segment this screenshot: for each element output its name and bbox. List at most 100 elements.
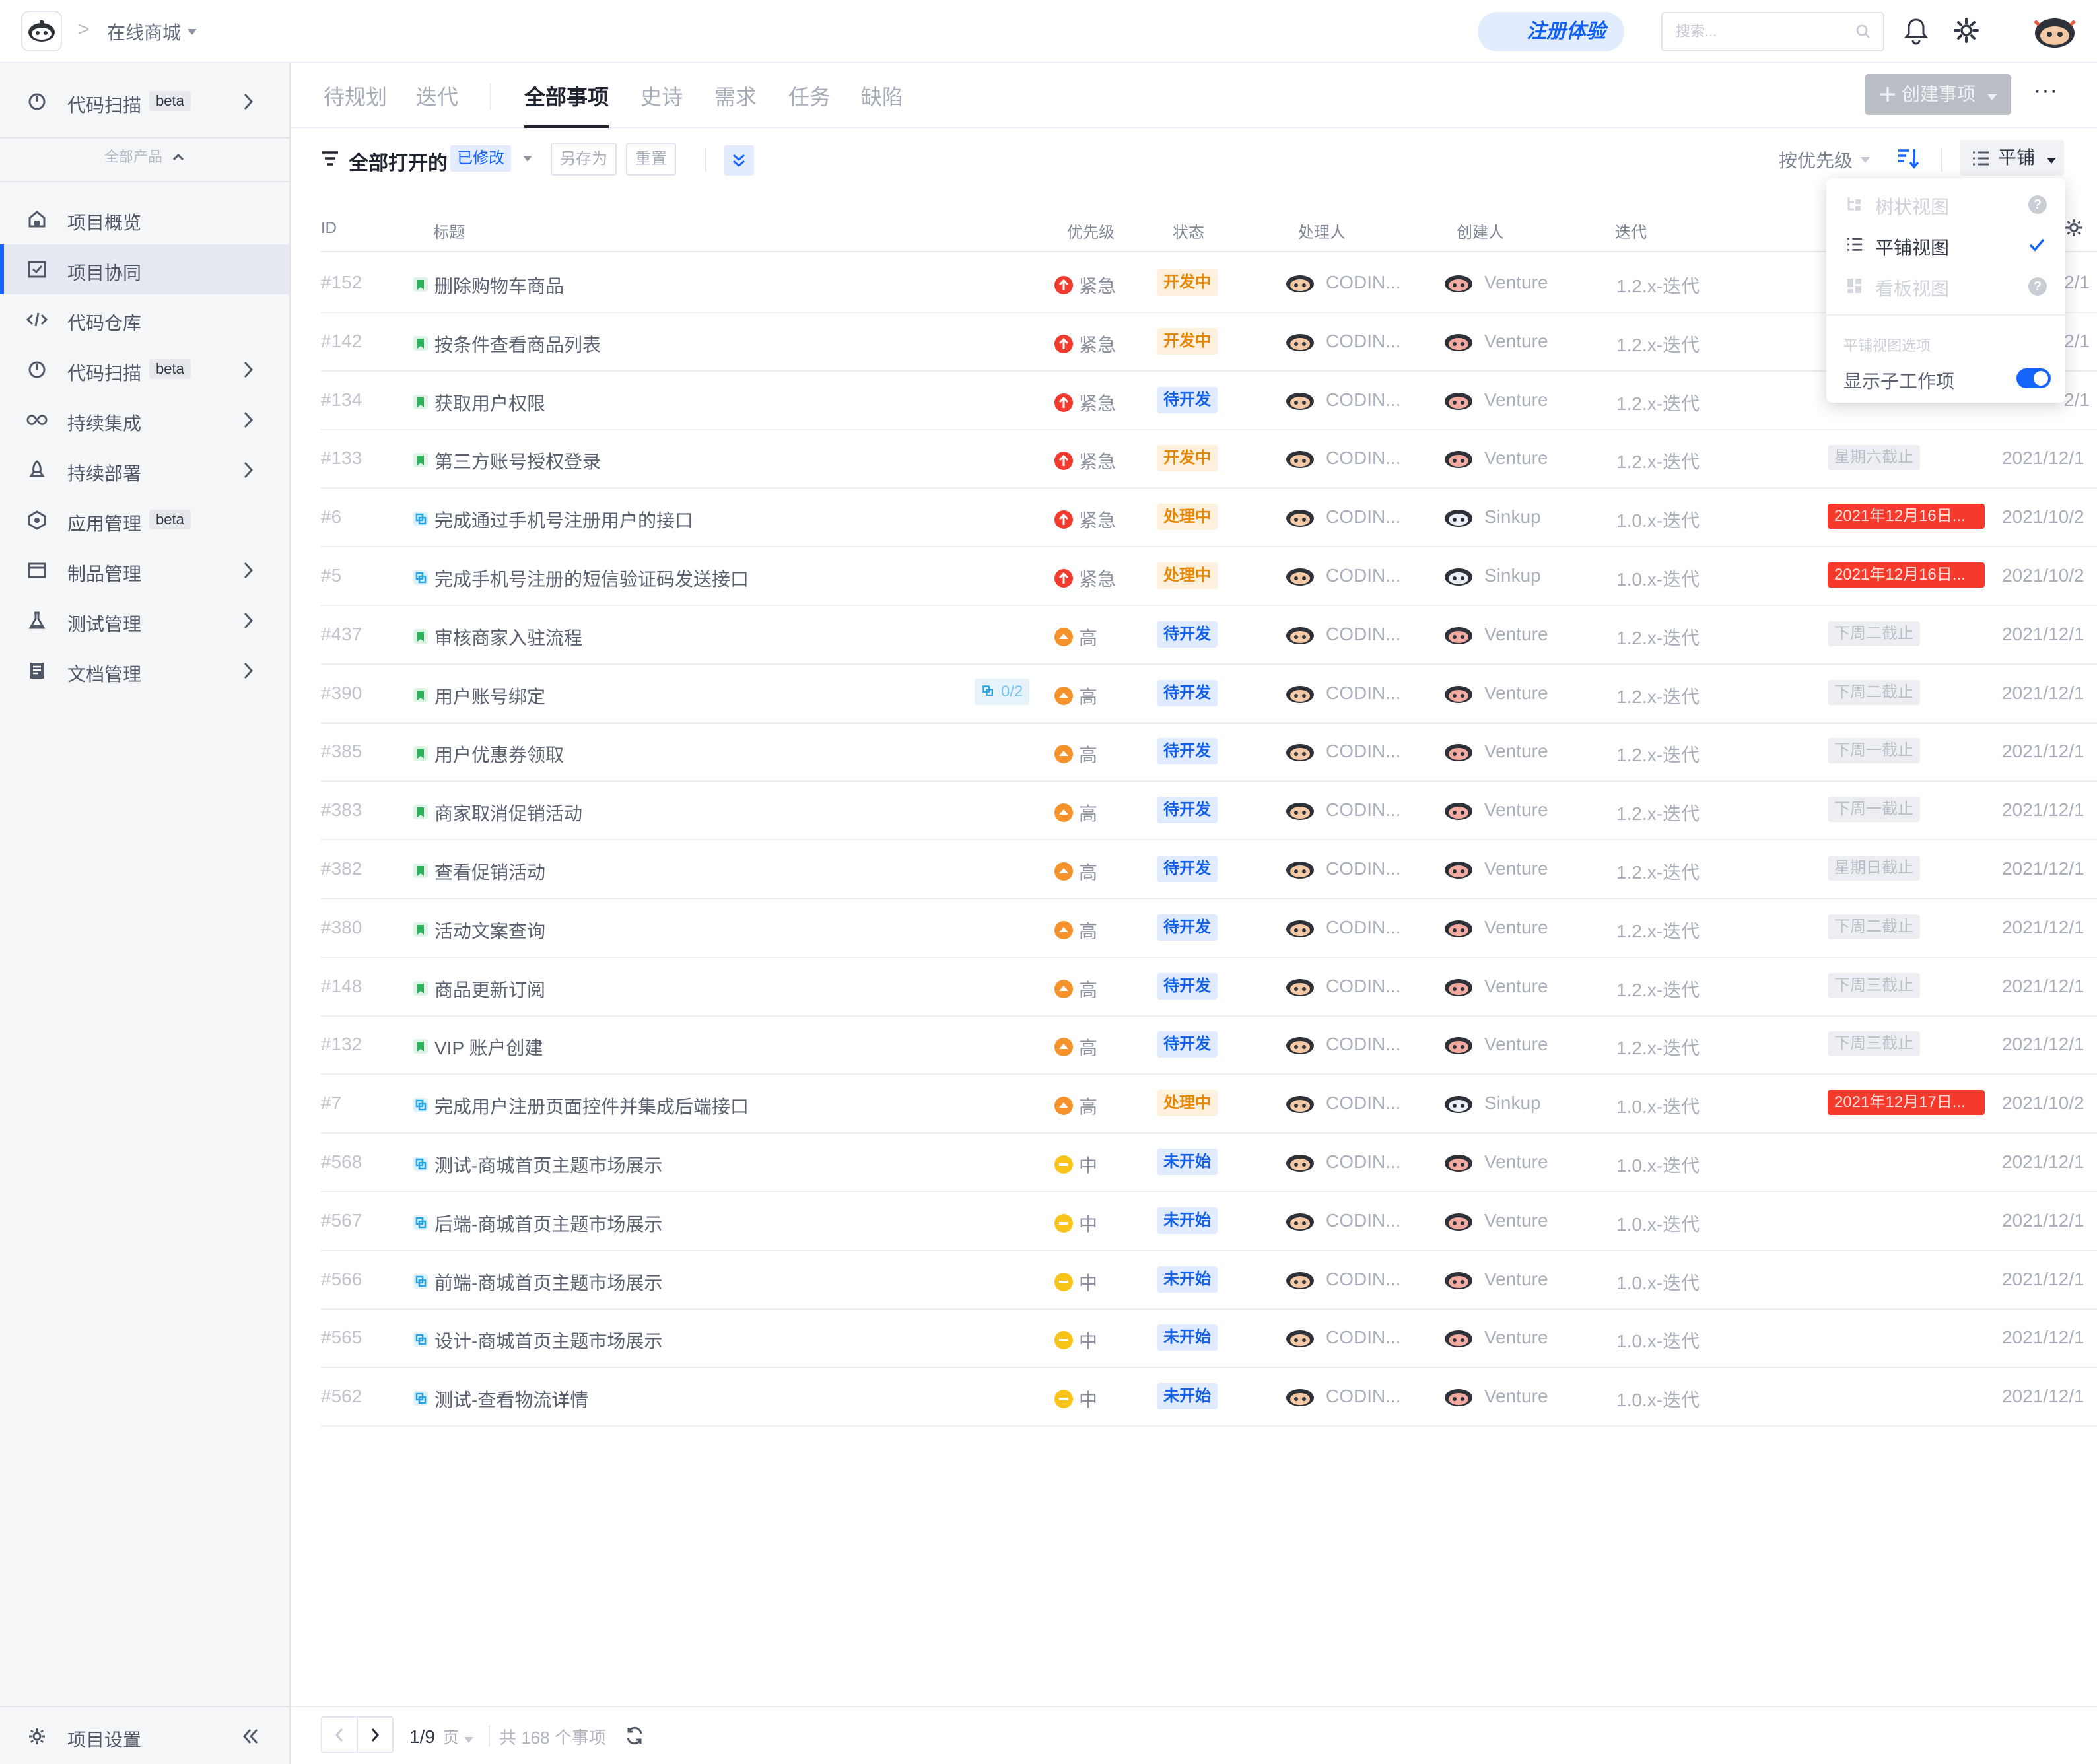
item-title[interactable]: 后端-商城首页主题市场展示 (413, 1210, 662, 1237)
logo[interactable] (21, 11, 62, 51)
item-id[interactable]: #383 (321, 799, 362, 821)
status-badge[interactable]: 未开始 (1157, 1324, 1218, 1351)
item-id[interactable]: #380 (321, 917, 362, 938)
collapse-sidebar-icon[interactable] (242, 1726, 259, 1751)
priority-cell[interactable]: 高 (1054, 624, 1097, 650)
item-id[interactable]: #568 (321, 1151, 362, 1172)
tab-iteration[interactable]: 迭代 (416, 81, 458, 111)
sidebar-item-code-scan-top[interactable]: 代码扫描 beta (0, 77, 289, 127)
sort-order-icon[interactable] (1896, 147, 1920, 170)
filter-icon[interactable] (321, 151, 339, 166)
header-creator[interactable]: 创建人 (1457, 219, 1504, 242)
register-trial-button[interactable]: 注册体验 (1478, 12, 1624, 51)
table-row[interactable]: #562 测试-查看物流详情 中 未开始 CODIN... Venture 1.0.x-迭代… (321, 1367, 2097, 1427)
item-id[interactable]: #134 (321, 390, 362, 411)
iteration-cell[interactable]: 1.0.x-迭代 (1616, 1386, 1700, 1412)
bell-icon[interactable] (1904, 17, 1928, 45)
priority-cell[interactable]: 紧急 (1054, 506, 1116, 533)
sort-dropdown[interactable]: 按优先级 (1779, 147, 1871, 173)
item-title[interactable]: 完成手机号注册的短信验证码发送接口 (413, 565, 749, 592)
status-badge[interactable]: 待开发 (1157, 972, 1218, 1000)
assignee-cell[interactable]: CODIN... (1285, 799, 1401, 821)
priority-cell[interactable]: 中 (1054, 1269, 1097, 1295)
tab-epic[interactable]: 史诗 (640, 81, 683, 111)
status-badge[interactable]: 待开发 (1157, 621, 1218, 648)
status-badge[interactable]: 待开发 (1157, 914, 1218, 941)
item-title[interactable]: 商家取消促销活动 (413, 799, 582, 826)
column-settings-gear-icon[interactable] (2064, 218, 2084, 238)
assignee-cell[interactable]: CODIN... (1285, 917, 1401, 938)
search-input[interactable] (1676, 13, 1847, 50)
status-badge[interactable]: 待开发 (1157, 856, 1218, 882)
gear-icon[interactable] (1953, 17, 1979, 44)
table-row[interactable]: #380 活动文案查询 高 待开发 CODIN... Venture 1.2.x-迭代 下周二… (321, 899, 2097, 958)
priority-cell[interactable]: 中 (1054, 1210, 1097, 1237)
menu-item-tree-view[interactable]: 树状视图 ? (1826, 184, 2065, 224)
view-mode-button[interactable]: 平铺 (1960, 140, 2064, 176)
tab-task[interactable]: 任务 (788, 81, 831, 111)
menu-item-kanban-view[interactable]: 看板视图 ? (1826, 265, 2065, 306)
priority-cell[interactable]: 高 (1054, 976, 1097, 1002)
priority-cell[interactable]: 紧急 (1054, 448, 1116, 474)
assignee-cell[interactable]: CODIN... (1285, 506, 1401, 527)
header-status[interactable]: 状态 (1173, 219, 1204, 242)
iteration-cell[interactable]: 1.2.x-迭代 (1616, 331, 1700, 357)
sidebar-item-docs[interactable]: 文档管理 (0, 646, 289, 696)
item-title[interactable]: 活动文案查询 (413, 917, 545, 943)
item-title[interactable]: 测试-查看物流详情 (413, 1386, 588, 1412)
assignee-cell[interactable]: CODIN... (1285, 858, 1401, 879)
assignee-cell[interactable]: CODIN... (1285, 565, 1401, 586)
status-badge[interactable]: 待开发 (1157, 386, 1218, 413)
item-title[interactable]: 用户优惠券领取 (413, 741, 564, 767)
item-id[interactable]: #565 (321, 1327, 362, 1348)
priority-cell[interactable]: 高 (1054, 917, 1097, 943)
iteration-cell[interactable]: 1.2.x-迭代 (1616, 858, 1700, 885)
status-badge[interactable]: 未开始 (1157, 1207, 1218, 1234)
item-id[interactable]: #148 (321, 976, 362, 997)
sidebar-item-settings[interactable]: 项目设置 (0, 1711, 289, 1761)
assignee-cell[interactable]: CODIN... (1285, 1386, 1401, 1407)
status-badge[interactable]: 待开发 (1157, 1031, 1218, 1058)
priority-cell[interactable]: 紧急 (1054, 272, 1116, 298)
item-id[interactable]: #566 (321, 1269, 362, 1290)
priority-cell[interactable]: 中 (1054, 1327, 1097, 1353)
iteration-cell[interactable]: 1.0.x-迭代 (1616, 1210, 1700, 1237)
show-subitems-toggle[interactable] (2016, 368, 2051, 388)
item-title[interactable]: 完成用户注册页面控件并集成后端接口 (413, 1093, 749, 1119)
item-id[interactable]: #562 (321, 1386, 362, 1407)
iteration-cell[interactable]: 1.2.x-迭代 (1616, 799, 1700, 826)
table-row[interactable]: #383 商家取消促销活动 高 待开发 CODIN... Venture 1.2.x-迭代 下… (321, 781, 2097, 841)
create-item-button[interactable]: 创建事项 (1865, 74, 2011, 115)
table-row[interactable]: #382 查看促销活动 高 待开发 CODIN... Venture 1.2.x-迭代 星期日… (321, 840, 2097, 899)
filter-title[interactable]: 全部打开的 (349, 147, 448, 176)
header-title[interactable]: 标题 (433, 219, 465, 242)
table-row[interactable]: #565 设计-商城首页主题市场展示 中 未开始 CODIN... Venture 1.0.… (321, 1308, 2097, 1369)
item-title[interactable]: 获取用户权限 (413, 390, 545, 416)
table-row[interactable]: #133 第三方账号授权登录 紧急 开发中 CODIN... Venture 1.2.x-迭… (321, 429, 2097, 489)
tab-backlog[interactable]: 待规划 (324, 81, 387, 111)
prev-page-button[interactable] (321, 1716, 358, 1753)
help-icon[interactable]: ? (2028, 195, 2047, 214)
priority-cell[interactable]: 高 (1054, 858, 1097, 885)
item-title[interactable]: 测试-商城首页主题市场展示 (413, 1151, 662, 1178)
assignee-cell[interactable]: CODIN... (1285, 1269, 1401, 1290)
item-id[interactable]: #567 (321, 1210, 362, 1231)
status-badge[interactable]: 处理中 (1157, 1090, 1218, 1117)
priority-cell[interactable]: 高 (1054, 741, 1097, 767)
item-id[interactable]: #142 (321, 331, 362, 352)
iteration-cell[interactable]: 1.2.x-迭代 (1616, 448, 1700, 474)
priority-cell[interactable]: 高 (1054, 683, 1097, 709)
item-title[interactable]: VIP 账户创建 (413, 1034, 543, 1060)
item-id[interactable]: #7 (321, 1093, 341, 1114)
iteration-cell[interactable]: 1.0.x-迭代 (1616, 1269, 1700, 1295)
item-title[interactable]: 第三方账号授权登录 (413, 448, 601, 474)
priority-cell[interactable]: 中 (1054, 1151, 1097, 1178)
iteration-cell[interactable]: 1.0.x-迭代 (1616, 506, 1700, 533)
item-title[interactable]: 删除购物车商品 (413, 272, 564, 298)
menu-item-flat-view[interactable]: 平铺视图 (1826, 224, 2065, 265)
page-indicator[interactable]: 1/9 页 (409, 1724, 473, 1747)
assignee-cell[interactable]: CODIN... (1285, 448, 1401, 469)
project-settings[interactable]: 项目设置 (0, 1706, 289, 1764)
item-id[interactable]: #382 (321, 858, 362, 879)
search-icon[interactable] (1855, 24, 1871, 40)
